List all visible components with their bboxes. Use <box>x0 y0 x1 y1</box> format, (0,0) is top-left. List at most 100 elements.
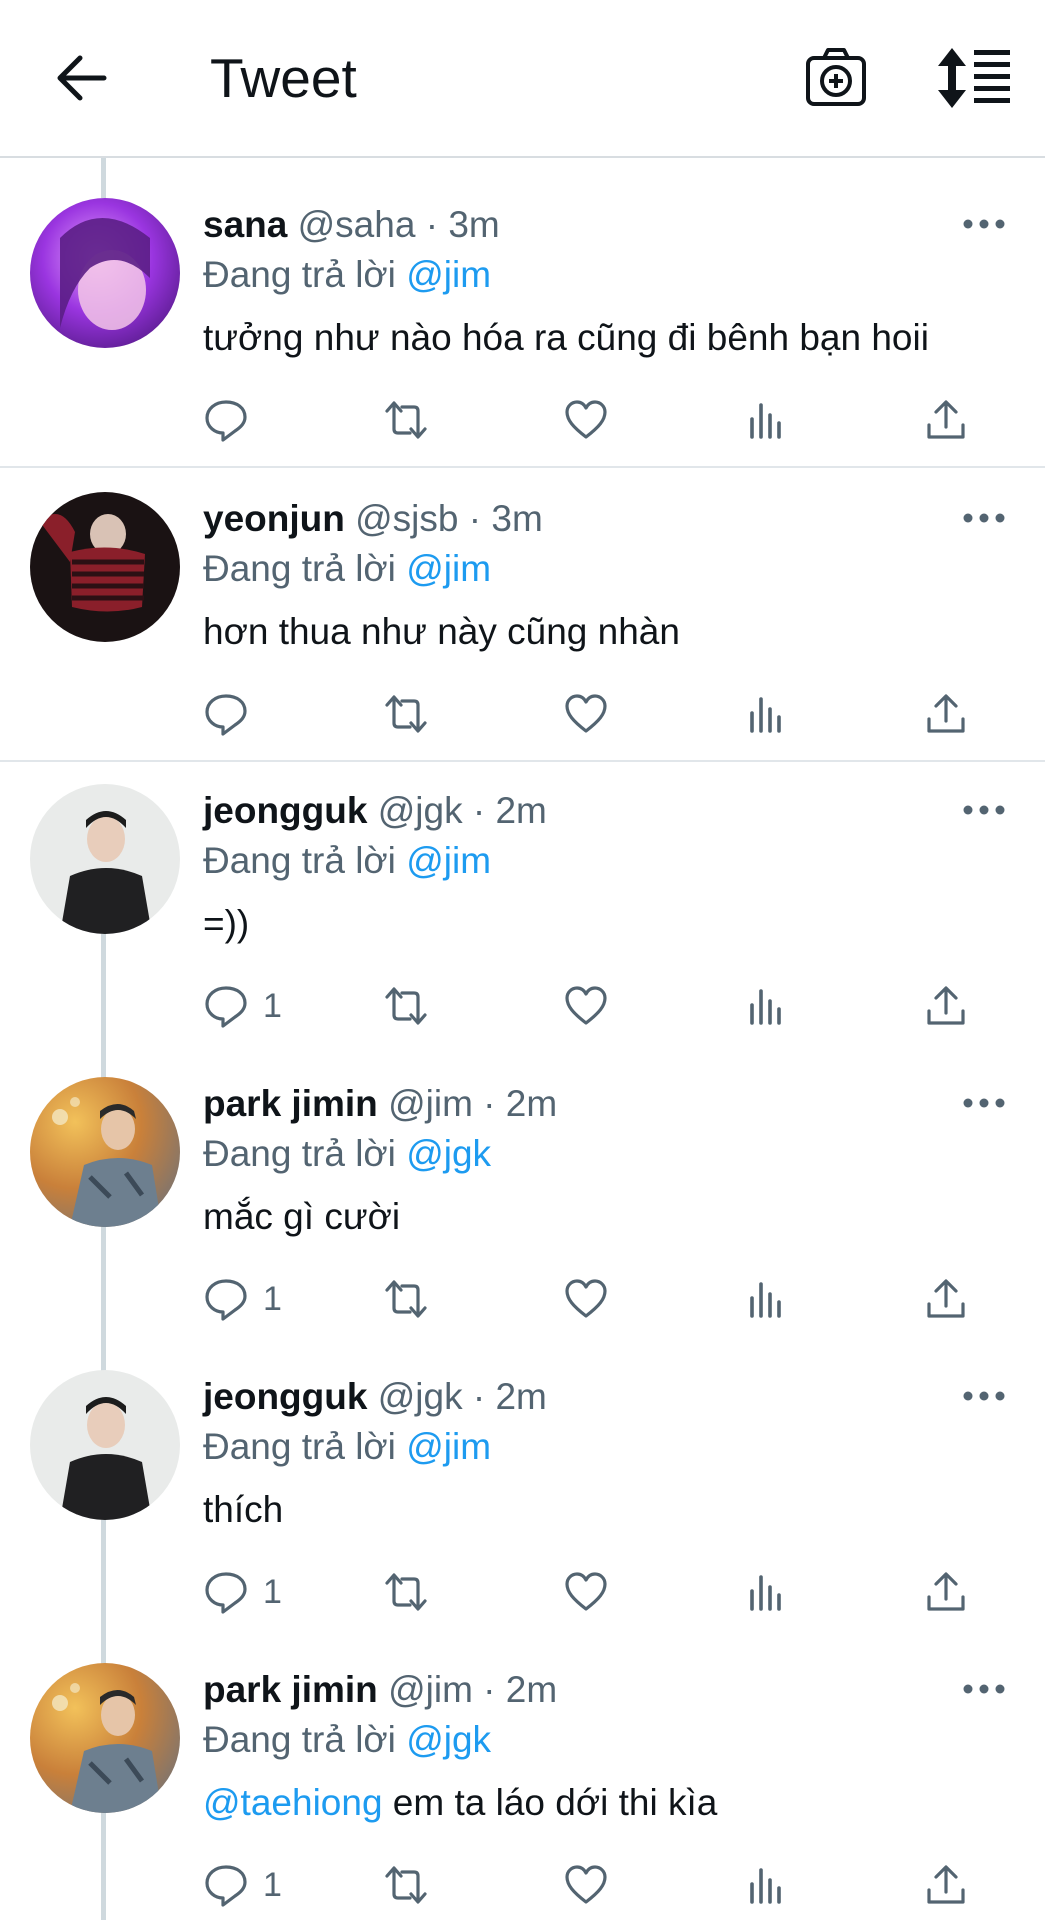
reply-button[interactable]: 1 <box>203 1860 282 1910</box>
share-button[interactable] <box>923 689 969 739</box>
share-icon <box>927 1865 965 1904</box>
reply-button[interactable] <box>203 689 263 739</box>
replying-to-mention[interactable]: @jgk <box>406 1133 491 1174</box>
retweet-icon <box>385 1280 427 1318</box>
retweet-button[interactable] <box>383 1274 429 1324</box>
reply-button[interactable] <box>203 395 263 445</box>
like-icon <box>565 694 607 733</box>
reply-icon <box>205 1572 247 1614</box>
share-button[interactable] <box>923 1274 969 1324</box>
share-button[interactable] <box>923 395 969 445</box>
like-button[interactable] <box>563 981 609 1031</box>
more-horizontal-icon[interactable] <box>962 1679 1006 1699</box>
separator: · <box>425 204 439 245</box>
replying-to: Đang trả lời @jgk <box>203 1132 491 1176</box>
avatar[interactable] <box>30 198 180 348</box>
text-mention[interactable]: @taehiong <box>203 1782 383 1823</box>
more-horizontal-icon[interactable] <box>962 800 1006 820</box>
tweet-text: thích <box>203 1488 283 1532</box>
retweet-button[interactable] <box>383 981 429 1031</box>
sort-button[interactable] <box>936 46 1012 110</box>
tweet-header: jeongguk @jgk · 2m <box>203 1375 547 1419</box>
analytics-button[interactable] <box>743 395 789 445</box>
replying-to-label: Đang trả lời <box>203 840 396 881</box>
back-button[interactable] <box>52 48 112 108</box>
analytics-button[interactable] <box>743 1567 789 1617</box>
display-name[interactable]: park jimin <box>203 1669 378 1710</box>
avatar-image <box>52 1683 162 1813</box>
share-button[interactable] <box>923 1860 969 1910</box>
text-content: em ta láo dới thi kìa <box>382 1782 718 1823</box>
retweet-button[interactable] <box>383 1567 429 1617</box>
reply-button[interactable]: 1 <box>203 1274 282 1324</box>
tweet[interactable]: yeonjun @sjsb · 3m Đang trả lời @jim hơn… <box>0 468 1045 760</box>
share-button[interactable] <box>923 981 969 1031</box>
tweet-text: =)) <box>203 902 249 946</box>
replying-to-label: Đang trả lời <box>203 548 396 589</box>
like-button[interactable] <box>563 1860 609 1910</box>
analytics-button[interactable] <box>743 689 789 739</box>
camera-button[interactable] <box>804 46 868 110</box>
display-name[interactable]: yeonjun <box>203 498 345 539</box>
analytics-icon <box>750 1282 781 1318</box>
separator: · <box>472 1376 486 1417</box>
tweet-text: hơn thua như này cũng nhàn <box>203 610 680 654</box>
more-horizontal-icon[interactable] <box>962 214 1006 234</box>
tweet[interactable]: jeongguk @jgk · 2m Đang trả lời @jim thí… <box>0 1348 1045 1640</box>
timestamp: 2m <box>495 1376 547 1417</box>
reply-icon <box>205 400 247 442</box>
retweet-button[interactable] <box>383 689 429 739</box>
tweet-actions: 1 <box>203 1567 993 1617</box>
avatar-image <box>60 1397 152 1520</box>
display-name[interactable]: jeongguk <box>203 790 367 831</box>
user-handle: @jgk <box>377 790 463 831</box>
tweet[interactable]: park jimin @jim · 2m Đang trả lời @jgk m… <box>0 1055 1045 1347</box>
more-horizontal-icon[interactable] <box>962 1386 1006 1406</box>
avatar-image <box>60 811 152 934</box>
avatar[interactable] <box>30 492 180 642</box>
replying-to-mention[interactable]: @jim <box>406 548 491 589</box>
analytics-button[interactable] <box>743 1860 789 1910</box>
display-name[interactable]: park jimin <box>203 1083 378 1124</box>
like-button[interactable] <box>563 1567 609 1617</box>
tweet-actions: 1 <box>203 1860 993 1910</box>
replying-to-mention[interactable]: @jgk <box>406 1719 491 1760</box>
analytics-icon <box>750 403 781 439</box>
analytics-button[interactable] <box>743 981 789 1031</box>
avatar[interactable] <box>30 1663 180 1813</box>
user-handle: @jim <box>388 1669 473 1710</box>
avatar[interactable] <box>30 1077 180 1227</box>
replying-to: Đang trả lời @jim <box>203 547 491 591</box>
replying-to: Đang trả lời @jim <box>203 839 491 883</box>
like-button[interactable] <box>563 395 609 445</box>
tweet[interactable]: jeongguk @jgk · 2m Đang trả lời @jim =))… <box>0 762 1045 1054</box>
back-arrow-icon <box>57 55 107 101</box>
more-horizontal-icon[interactable] <box>962 508 1006 528</box>
reply-button[interactable]: 1 <box>203 981 282 1031</box>
share-button[interactable] <box>923 1567 969 1617</box>
analytics-button[interactable] <box>743 1274 789 1324</box>
retweet-button[interactable] <box>383 1860 429 1910</box>
tweet[interactable]: sana @saha · 3m Đang trả lời @jim tưởng … <box>0 158 1045 466</box>
replying-to-mention[interactable]: @jim <box>406 254 491 295</box>
display-name[interactable]: jeongguk <box>203 1376 367 1417</box>
separator: · <box>483 1083 496 1124</box>
avatar-image <box>60 218 150 330</box>
avatar[interactable] <box>30 784 180 934</box>
reply-button[interactable]: 1 <box>203 1567 282 1617</box>
reply-icon <box>205 1865 247 1907</box>
replying-to-mention[interactable]: @jim <box>406 1426 491 1467</box>
replying-to-mention[interactable]: @jim <box>406 840 491 881</box>
separator: · <box>468 498 482 539</box>
tweet-text: @taehiong em ta láo dới thi kìa <box>203 1781 717 1825</box>
user-handle: @saha <box>297 204 416 245</box>
tweet-header: jeongguk @jgk · 2m <box>203 789 547 833</box>
retweet-button[interactable] <box>383 395 429 445</box>
avatar[interactable] <box>30 1370 180 1520</box>
like-button[interactable] <box>563 689 609 739</box>
like-button[interactable] <box>563 1274 609 1324</box>
tweet[interactable]: park jimin @jim · 2m Đang trả lời @jgk @… <box>0 1641 1045 1920</box>
user-handle: @sjsb <box>355 498 459 539</box>
more-horizontal-icon[interactable] <box>962 1093 1006 1113</box>
display-name[interactable]: sana <box>203 204 287 245</box>
